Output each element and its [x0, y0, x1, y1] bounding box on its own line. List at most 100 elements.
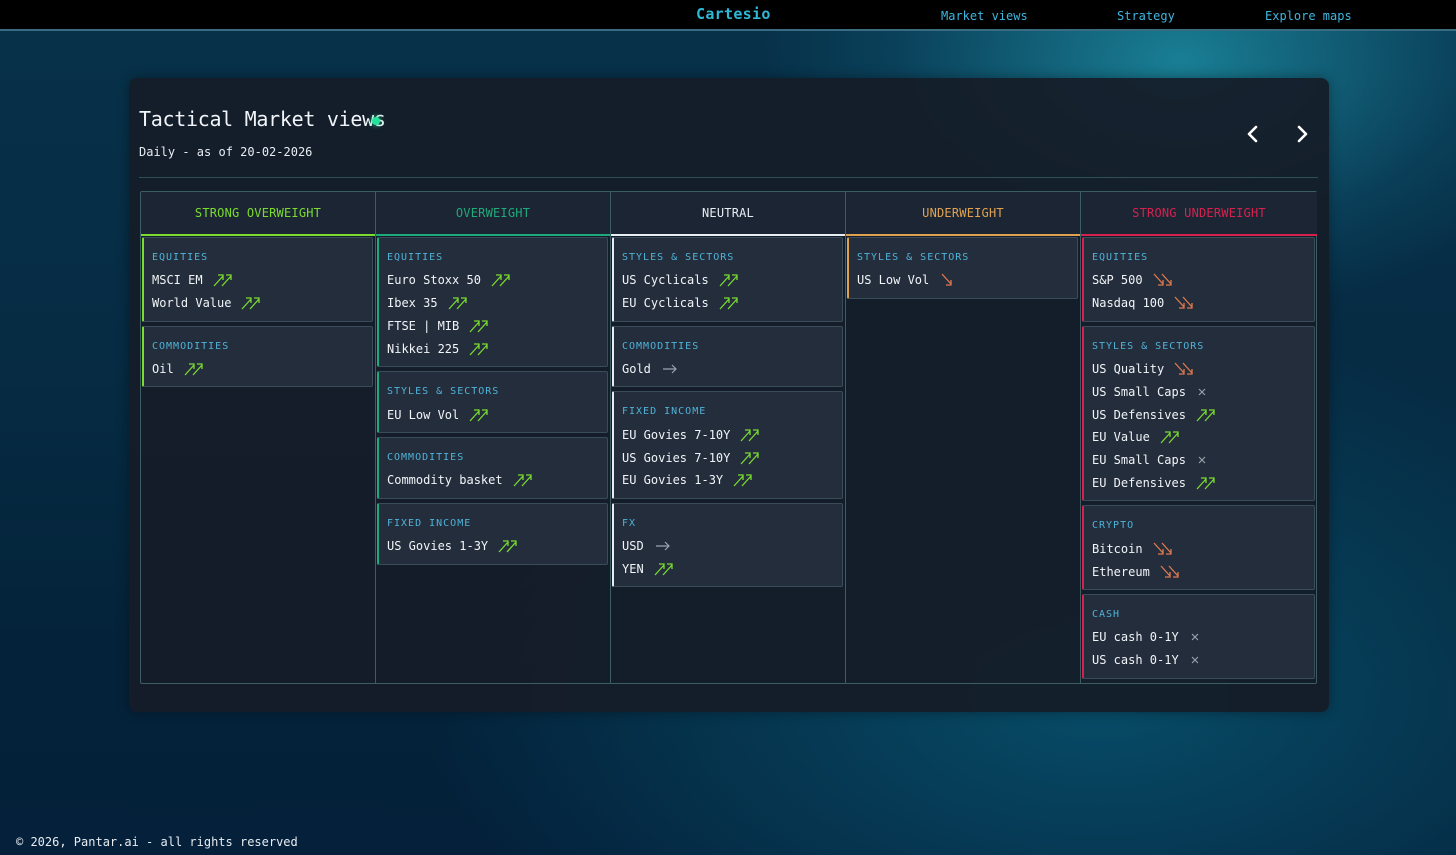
cross-icon	[1196, 453, 1218, 467]
asset-item[interactable]: Oil	[152, 358, 372, 381]
asset-label: Gold	[622, 361, 651, 376]
column-strong-overweight: STRONG OVERWEIGHT EQUITIES MSCI EM World Va…	[141, 192, 376, 683]
asset-item[interactable]: Nikkei 225	[387, 337, 607, 360]
market-views-board: STRONG OVERWEIGHT EQUITIES MSCI EM World Va…	[140, 191, 1317, 684]
asset-group-card: STYLES & SECTORS US Quality US Small Caps U…	[1082, 325, 1315, 502]
double-up-arrow-icon	[491, 273, 513, 287]
asset-label: US Defensives	[1092, 407, 1186, 422]
asset-label: EU cash 0-1Y	[1092, 630, 1179, 645]
asset-group-card: FIXED INCOME US Govies 1-3Y	[377, 502, 608, 565]
asset-label: US Low Vol	[857, 273, 930, 288]
column-neutral: NEUTRAL STYLES & SECTORS US Cyclicals EU Cy…	[611, 192, 846, 683]
asset-item[interactable]: EU Value	[1092, 426, 1314, 449]
asset-group-card: STYLES & SECTORS US Low Vol	[847, 237, 1078, 299]
asset-group-title: EQUITIES	[152, 252, 209, 263]
asset-item[interactable]: Nasdaq 100	[1092, 292, 1314, 315]
double-down-arrow-icon	[1153, 273, 1175, 287]
double-up-arrow-icon	[654, 562, 676, 576]
next-arrow-icon[interactable]	[1290, 122, 1314, 146]
asset-item[interactable]: EU Cyclicals	[622, 292, 842, 315]
asset-item[interactable]: YEN	[622, 558, 842, 581]
asset-item[interactable]: EU cash 0-1Y	[1092, 626, 1314, 649]
double-up-arrow-icon	[469, 319, 491, 333]
asset-group-card: STYLES & SECTORS US Cyclicals EU Cyclicals	[612, 237, 843, 322]
asset-item[interactable]: US cash 0-1Y	[1092, 649, 1314, 672]
cross-icon	[1189, 630, 1211, 644]
asset-item[interactable]: EU Govies 7-10Y	[622, 423, 842, 446]
asset-item[interactable]: Commodity basket	[387, 469, 607, 492]
column-header: OVERWEIGHT	[376, 192, 610, 236]
asset-item[interactable]: US Defensives	[1092, 403, 1314, 426]
asset-label: Commodity basket	[387, 473, 503, 488]
asset-group-card: FIXED INCOME EU Govies 7-10Y US Govies 7-1…	[612, 391, 843, 499]
asset-group-title: STYLES & SECTORS	[387, 386, 500, 398]
double-down-arrow-icon	[1174, 362, 1196, 376]
asset-label: S&P 500	[1092, 273, 1143, 288]
asset-item[interactable]: USD	[622, 535, 842, 558]
asset-label: Ethereum	[1092, 564, 1150, 579]
column-strong-underweight: STRONG UNDERWEIGHT EQUITIES S&P 500 Nasdaq …	[1081, 192, 1317, 683]
double-up-arrow-icon	[740, 451, 762, 465]
asset-group-title: CRYPTO	[1092, 520, 1135, 532]
asset-item[interactable]: EU Small Caps	[1092, 449, 1314, 472]
asset-group-title: COMMODITIES	[387, 451, 465, 463]
asset-item[interactable]: US Low Vol	[857, 269, 1077, 292]
asset-group-card: CRYPTO Bitcoin Ethereum	[1082, 505, 1315, 590]
asset-item[interactable]: S&P 500	[1092, 269, 1314, 292]
previous-arrow-icon[interactable]	[1241, 122, 1265, 146]
double-up-arrow-icon	[733, 473, 755, 487]
asset-group-title: FX	[622, 517, 637, 529]
asset-label: EU Govies 1-3Y	[622, 473, 724, 488]
market-views-panel: Tactical Market views Daily - as of 20-0…	[129, 78, 1329, 712]
right-arrow-icon	[661, 362, 683, 376]
asset-item[interactable]: Ibex 35	[387, 292, 607, 315]
asset-label: US Cyclicals	[622, 273, 709, 288]
asset-item[interactable]: MSCI EM	[152, 269, 372, 292]
asset-group-card: FX USD YEN	[612, 502, 843, 588]
cross-icon	[1196, 385, 1218, 399]
asset-group-title: STYLES & SECTORS	[857, 252, 970, 263]
nav-link-strategy[interactable]: Strategy	[1117, 9, 1175, 23]
double-up-arrow-icon	[719, 296, 741, 310]
asset-label: Euro Stoxx 50	[387, 273, 481, 288]
double-down-arrow-icon	[1153, 542, 1175, 556]
nav-link-market-views[interactable]: Market views	[941, 9, 1028, 23]
column-header: STRONG UNDERWEIGHT	[1081, 192, 1317, 236]
asset-item[interactable]: World Value	[152, 292, 372, 315]
asset-item[interactable]: US Quality	[1092, 358, 1314, 381]
double-up-arrow-icon	[1196, 408, 1218, 422]
asset-item[interactable]: Bitcoin	[1092, 537, 1314, 560]
brand-logo[interactable]: Cartesio	[696, 5, 771, 23]
asset-label: Ibex 35	[387, 296, 438, 311]
double-up-arrow-icon	[719, 273, 741, 287]
asset-label: Bitcoin	[1092, 541, 1143, 556]
asset-item[interactable]: EU Govies 1-3Y	[622, 469, 842, 492]
column-header: NEUTRAL	[611, 192, 845, 236]
column-header: UNDERWEIGHT	[846, 192, 1080, 236]
asset-item[interactable]: US Govies 7-10Y	[622, 446, 842, 469]
double-up-arrow-icon	[498, 539, 520, 553]
live-status-dot	[372, 117, 380, 125]
asset-group-card: COMMODITIES Gold	[612, 325, 843, 388]
asset-label: USD	[622, 539, 644, 554]
asset-label: MSCI EM	[152, 273, 203, 288]
asset-item[interactable]: Euro Stoxx 50	[387, 269, 607, 292]
asset-item[interactable]: EU Low Vol	[387, 403, 607, 426]
asset-item[interactable]: EU Defensives	[1092, 472, 1314, 495]
double-up-arrow-icon	[1160, 430, 1182, 444]
double-up-arrow-icon	[241, 296, 263, 310]
asset-group-title: COMMODITIES	[152, 340, 230, 352]
asset-item[interactable]: US Small Caps	[1092, 380, 1314, 403]
asset-item[interactable]: US Govies 1-3Y	[387, 535, 607, 558]
asset-item[interactable]: FTSE | MIB	[387, 315, 607, 338]
cross-icon	[1189, 653, 1211, 667]
asset-label: FTSE | MIB	[387, 318, 460, 333]
asset-item[interactable]: Gold	[622, 358, 842, 381]
asset-label: EU Small Caps	[1092, 453, 1186, 468]
double-up-arrow-icon	[448, 296, 470, 310]
down-arrow-icon	[939, 273, 961, 287]
asset-label: EU Defensives	[1092, 475, 1186, 490]
asset-item[interactable]: US Cyclicals	[622, 269, 842, 292]
nav-link-explore-maps[interactable]: Explore maps	[1265, 9, 1352, 23]
asset-item[interactable]: Ethereum	[1092, 560, 1314, 583]
